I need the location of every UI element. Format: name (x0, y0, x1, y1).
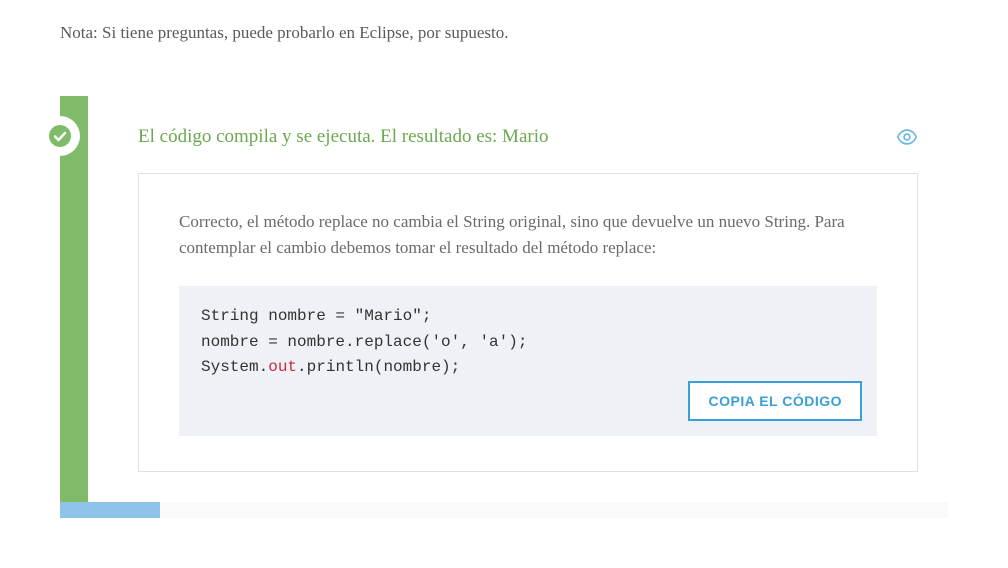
answer-header: El código compila y se ejecuta. El resul… (138, 126, 918, 148)
code-line-2: nombre = nombre.replace('o', 'a'); (201, 330, 855, 356)
answer-card: El código compila y se ejecuta. El resul… (60, 96, 948, 502)
visibility-icon[interactable] (896, 126, 918, 148)
explanation-text: Correcto, el método replace no cambia el… (179, 209, 877, 262)
checkmark-icon (40, 116, 80, 156)
progress-bar-fill (60, 502, 160, 518)
note-text: Nota: Si tiene preguntas, puede probarlo… (60, 20, 948, 46)
explanation-box: Correcto, el método replace no cambia el… (138, 173, 918, 472)
code-line-1: String nombre = "Mario"; (201, 304, 855, 330)
answer-title: El código compila y se ejecuta. El resul… (138, 126, 549, 148)
copy-code-button[interactable]: COPIA EL CÓDIGO (688, 381, 862, 421)
progress-bar (60, 502, 948, 518)
code-line-3: System.out.println(nombre); (201, 355, 855, 381)
code-block: String nombre = "Mario"; nombre = nombre… (179, 286, 877, 436)
